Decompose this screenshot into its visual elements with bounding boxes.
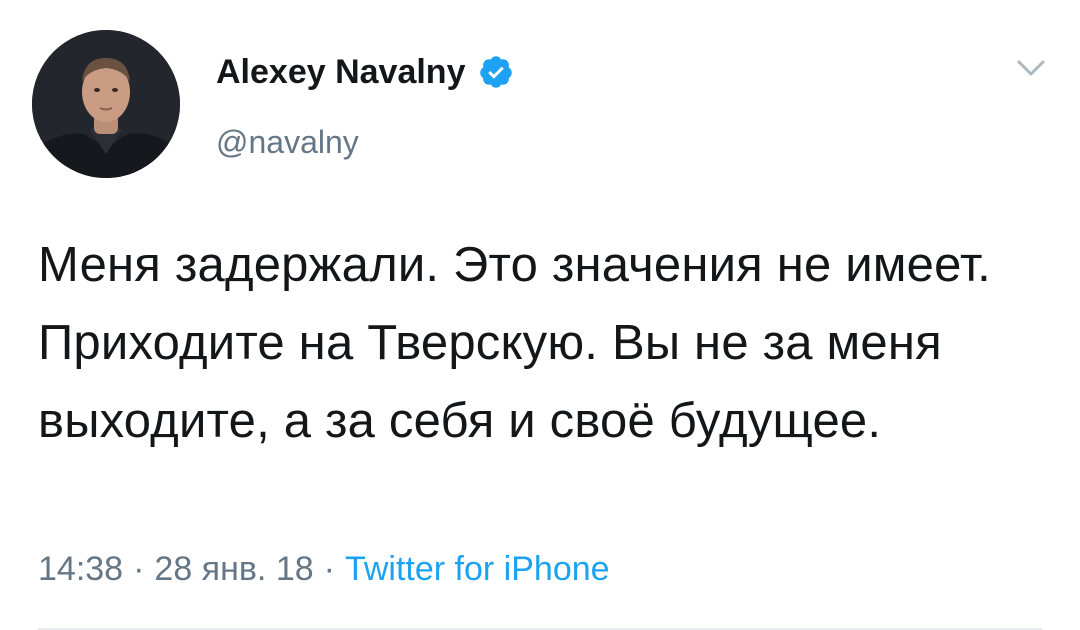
tweet-time[interactable]: 14:38 [38, 550, 123, 588]
tweet-text: Меня задержали. Это значения не имеет. П… [38, 238, 991, 448]
avatar[interactable] [32, 30, 180, 178]
author-handle[interactable]: @navalny [216, 120, 359, 164]
tweet-date[interactable]: 28 янв. 18 [154, 550, 313, 588]
display-name-text[interactable]: Alexey Navalny [216, 50, 466, 94]
author-display-name[interactable]: Alexey Navalny [216, 50, 514, 94]
tweet-source-link[interactable]: Twitter for iPhone [345, 550, 610, 588]
chevron-down-icon[interactable] [1014, 56, 1048, 80]
tweet-meta: 14:38 · 28 янв. 18 · Twitter for iPhone [38, 546, 610, 592]
verified-badge-icon [478, 54, 514, 90]
avatar-portrait [32, 30, 180, 178]
meta-separator: · [323, 550, 335, 588]
tweet: Alexey Navalny @navalny Меня задержали. … [0, 0, 1080, 630]
meta-separator: · [133, 550, 145, 588]
